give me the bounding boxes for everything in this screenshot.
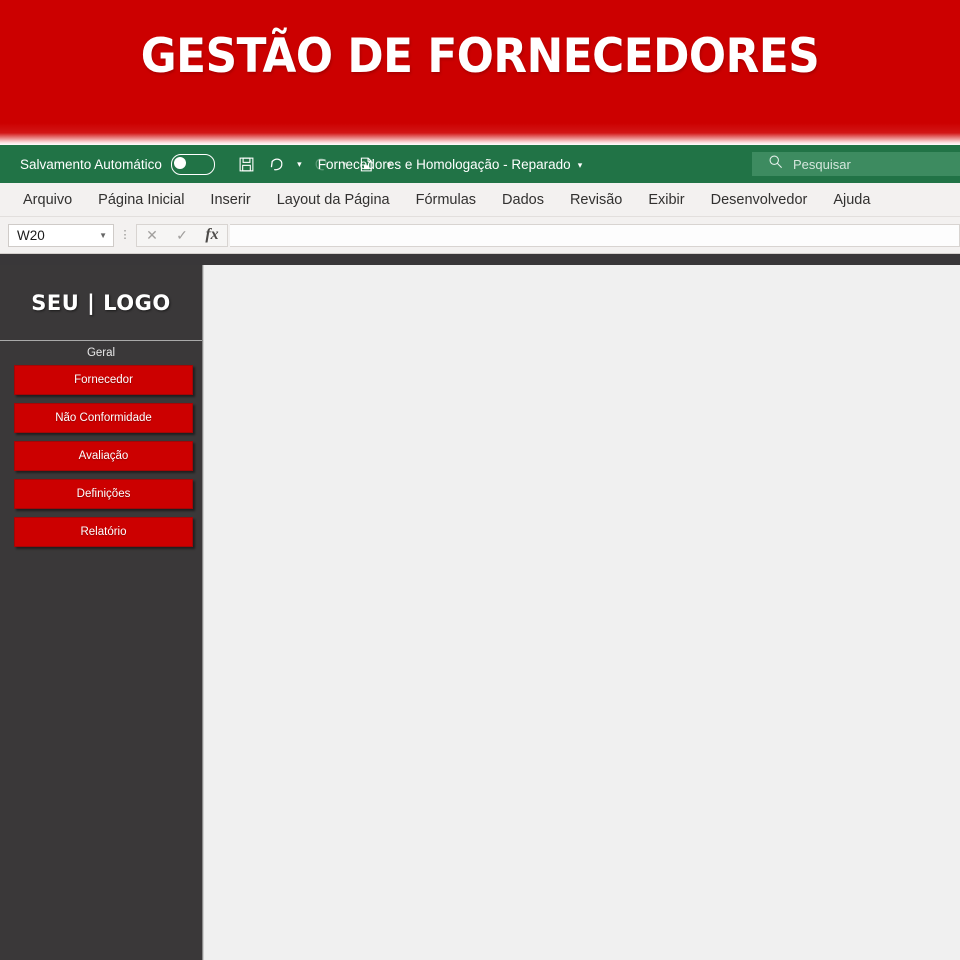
page-banner: GESTÃO DE FORNECEDORES xyxy=(0,0,960,145)
search-placeholder: Pesquisar xyxy=(793,156,851,172)
undo-chevron-down-icon[interactable]: ▾ xyxy=(293,150,306,178)
document-title-chevron-down-icon[interactable]: ▾ xyxy=(578,160,583,170)
tab-dados[interactable]: Dados xyxy=(489,188,557,212)
logo: SEU | LOGO xyxy=(0,265,202,341)
sidebar-item-fornecedor[interactable]: Fornecedor xyxy=(14,365,193,395)
autosave-label: Salvamento Automático xyxy=(20,156,162,172)
formula-input[interactable] xyxy=(230,223,960,247)
sidebar-item-definicoes[interactable]: Definições xyxy=(14,479,193,509)
undo-icon[interactable] xyxy=(263,150,291,178)
tab-exibir[interactable]: Exibir xyxy=(635,188,697,212)
cancel-formula-icon[interactable]: ✕ xyxy=(137,225,167,246)
tab-desenvolvedor[interactable]: Desenvolvedor xyxy=(698,188,821,212)
spreadsheet-canvas[interactable] xyxy=(203,265,960,960)
autosave-toggle[interactable] xyxy=(170,153,215,175)
sidebar-group-label: Geral xyxy=(86,347,116,359)
sidebar-item-avaliacao[interactable]: Avaliação xyxy=(14,441,193,471)
excel-title-bar: Salvamento Automático ▾ ▾ ⩔ Fornecedores… xyxy=(0,145,960,183)
tab-inserir[interactable]: Inserir xyxy=(197,188,263,212)
sidebar-item-nao-conformidade[interactable]: Não Conformidade xyxy=(14,403,193,433)
tab-layout-da-pagina[interactable]: Layout da Página xyxy=(264,188,403,212)
navigation-sidebar: SEU | LOGO Geral Fornecedor Não Conformi… xyxy=(0,265,203,960)
tab-ajuda[interactable]: Ajuda xyxy=(820,188,883,212)
formula-bar-grip[interactable]: ⋮ xyxy=(114,230,136,241)
tab-formulas[interactable]: Fórmulas xyxy=(403,188,489,212)
tab-arquivo[interactable]: Arquivo xyxy=(10,188,85,212)
name-box-chevron-down-icon[interactable]: ▼ xyxy=(99,231,107,240)
top-dark-strip xyxy=(0,254,960,265)
work-area: SEU | LOGO Geral Fornecedor Não Conformi… xyxy=(0,265,960,960)
formula-action-buttons: ✕ ✓ fx xyxy=(136,223,228,247)
save-icon[interactable] xyxy=(233,150,261,178)
tab-pagina-inicial[interactable]: Página Inicial xyxy=(85,188,197,212)
banner-title: GESTÃO DE FORNECEDORES xyxy=(140,29,820,84)
document-title[interactable]: Fornecedores e Homologação - Reparado xyxy=(318,157,571,172)
search-icon xyxy=(768,154,783,174)
name-box-value: W20 xyxy=(17,227,45,243)
formula-bar: W20 ▼ ⋮ ✕ ✓ fx xyxy=(0,217,960,254)
autosave-control[interactable]: Salvamento Automático xyxy=(20,153,215,175)
ribbon-tab-bar: Arquivo Página Inicial Inserir Layout da… xyxy=(0,183,960,217)
tab-revisao[interactable]: Revisão xyxy=(557,188,635,212)
search-input[interactable]: Pesquisar xyxy=(752,152,960,176)
confirm-formula-icon[interactable]: ✓ xyxy=(167,225,197,246)
banner-gradient-fade xyxy=(0,123,960,145)
sidebar-item-relatorio[interactable]: Relatório xyxy=(14,517,193,547)
name-box[interactable]: W20 ▼ xyxy=(8,223,114,247)
insert-function-icon[interactable]: fx xyxy=(197,225,227,246)
autosave-toggle-knob xyxy=(174,156,187,169)
